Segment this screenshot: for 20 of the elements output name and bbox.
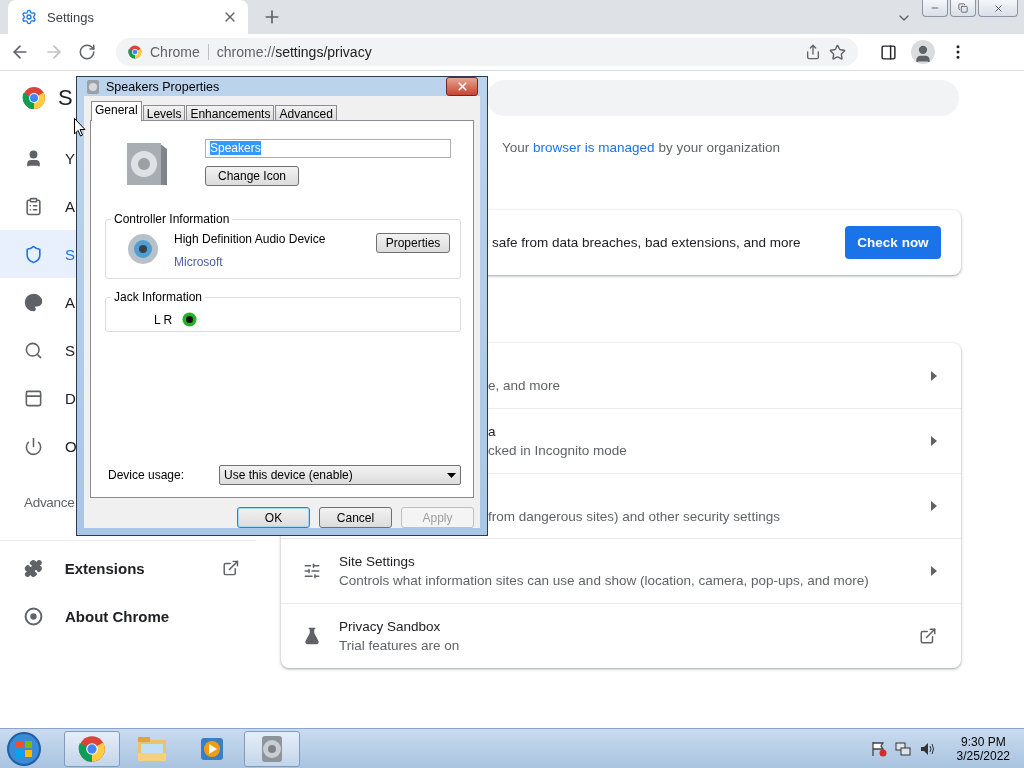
row-description: Trial features are on: [339, 638, 461, 653]
jack-label: L R: [154, 312, 173, 327]
row-description: cked in Incognito mode: [488, 443, 628, 458]
row-title: a: [488, 424, 497, 439]
row-title: Site Settings: [339, 554, 416, 569]
safety-check-text: safe from data breaches, bad extensions, and more: [492, 235, 802, 250]
page-title: S: [58, 85, 73, 111]
vendor-name: Microsoft: [174, 255, 224, 269]
group-heading: Jack Information: [111, 290, 206, 304]
url-text: chrome://settings/privacy: [216, 44, 372, 60]
tab-title: Settings: [47, 9, 95, 25]
row-description: Controls what information sites can use and show (location, camera, pop-ups, and more): [339, 573, 870, 588]
group-heading: Controller Information: [111, 212, 233, 226]
site-label: Chrome: [150, 44, 209, 60]
dialog-title: Speakers Properties: [106, 79, 221, 94]
row-description: from dangerous sites) and other security settings: [488, 508, 781, 524]
row-description: e, and more: [488, 378, 562, 393]
device-usage-label: Device usage:: [108, 468, 185, 482]
device-name: High Definition Audio Device: [174, 232, 327, 246]
row-title: Privacy Sandbox: [339, 619, 442, 634]
